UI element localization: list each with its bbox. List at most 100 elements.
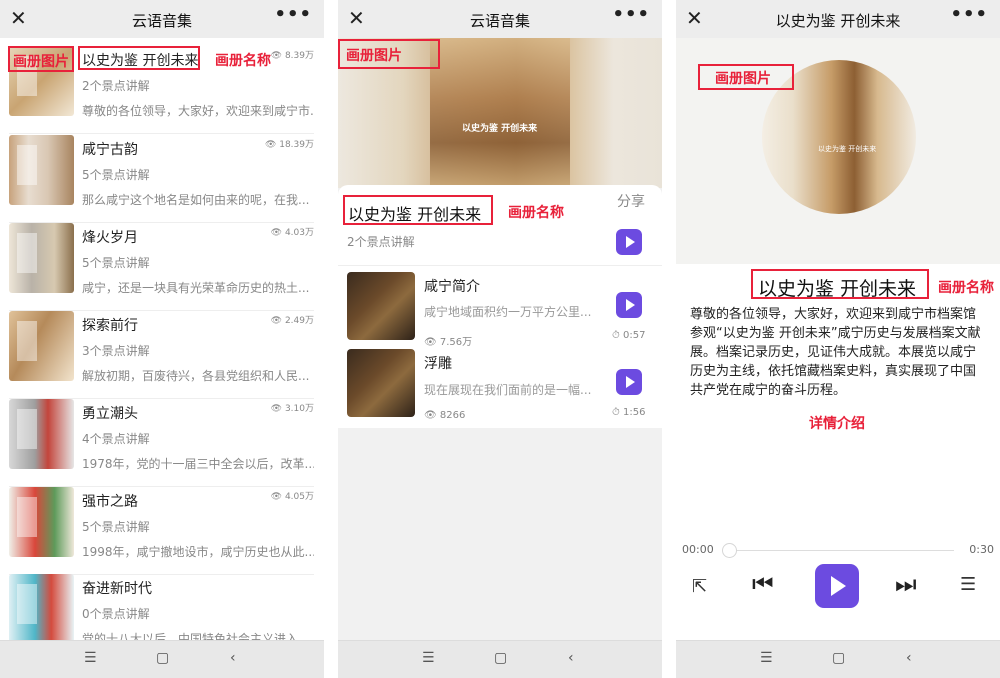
album-thumbnail-art — [9, 135, 74, 205]
album-spot-count: 5个景点讲解 — [82, 256, 150, 270]
album-spot-count: 5个景点讲解 — [82, 520, 150, 534]
play-all-button[interactable] — [616, 229, 642, 255]
more-icon[interactable]: ••• — [612, 4, 650, 25]
play-button[interactable] — [815, 564, 859, 608]
share-button[interactable]: 分享 — [617, 191, 645, 211]
album-list-item[interactable]: 强市之路 5个景点讲解 1998年，咸宁撤地设市，咸宁历史也从此... 👁 4.05万 — [0, 487, 324, 575]
album-list-screen: ✕ 云语音集 ••• 以史为鉴 开创未来 2个景点讲解 尊敬的各位领导，大家好，欢迎… — [0, 0, 324, 678]
album-desc: 1998年，咸宁撤地设市，咸宁历史也从此... — [82, 545, 314, 559]
system-nav-bar: ☰ ▢ ‹ — [338, 640, 662, 678]
album-spot-count: 0个景点讲解 — [82, 607, 150, 621]
track-play-button[interactable] — [616, 369, 642, 395]
thumbnail-detail — [17, 233, 37, 273]
album-desc: 那么咸宁这个地名是如何由来的呢，在我... — [82, 193, 310, 207]
spot-count: 2个景点讲解 — [347, 235, 415, 249]
annotation-album-name: 画册名称 — [938, 280, 994, 296]
app-title: 云语音集 — [469, 12, 530, 30]
menu-icon[interactable]: ☰ — [84, 650, 97, 666]
album-desc: 咸宁，还是一块具有光荣革命历史的热土... — [82, 281, 310, 295]
top-bar: ✕ 云语音集 ••• — [338, 0, 662, 38]
progress-knob[interactable] — [722, 543, 737, 558]
album-list-item[interactable]: 咸宁古韵 5个景点讲解 那么咸宁这个地名是如何由来的呢，在我... 👁 18.39万 — [0, 135, 324, 223]
album-name: 强市之路 — [82, 494, 138, 510]
annotation-album-image: 画册图片 — [346, 48, 402, 64]
eye-icon: 👁 — [270, 51, 285, 61]
track-thumbnail — [347, 272, 415, 340]
track-duration-value: 0:57 — [622, 330, 646, 341]
track-play-button[interactable] — [616, 292, 642, 318]
track-views: 👁 7.56万 — [424, 337, 473, 348]
progress-bar[interactable] — [728, 550, 954, 551]
album-thumbnail — [9, 399, 74, 469]
album-list-item[interactable]: 探索前行 3个景点讲解 解放初期，百废待兴，各县党组织和人民... 👁 2.49万 — [0, 311, 324, 399]
album-thumbnail-art — [9, 399, 74, 469]
track-views-value: 7.56万 — [439, 337, 473, 348]
thumbnail-detail — [17, 145, 37, 185]
back-icon[interactable]: ‹ — [230, 650, 236, 666]
album-list-item[interactable]: 烽火岁月 5个景点讲解 咸宁，还是一块具有光荣革命历史的热土... 👁 4.03万 — [0, 223, 324, 311]
album-views-value: 4.05万 — [284, 492, 314, 502]
eye-icon: 👁 — [270, 492, 285, 502]
album-views-value: 4.03万 — [284, 228, 314, 238]
menu-icon[interactable]: ☰ — [760, 650, 773, 666]
track-thumbnail — [347, 349, 415, 417]
album-views: 👁 2.49万 — [271, 313, 314, 326]
annotation-album-name: 画册名称 — [508, 205, 564, 221]
track-name: 浮雕 — [424, 356, 452, 372]
disc-caption: 以史为鉴 开创未来 — [818, 145, 877, 153]
next-icon[interactable]: ⏭ — [895, 570, 917, 598]
album-title: 以史为鉴 开创未来 — [758, 278, 917, 300]
more-icon[interactable]: ••• — [950, 4, 988, 25]
back-icon[interactable]: ‹ — [568, 650, 574, 666]
back-icon[interactable]: ‹ — [906, 650, 912, 666]
album-spot-count: 3个景点讲解 — [82, 344, 150, 358]
more-icon[interactable]: ••• — [274, 4, 312, 25]
album-views: 👁 4.05万 — [271, 489, 314, 502]
album-description: 尊敬的各位领导，大家好，欢迎来到咸宁市档案馆参观“以史为鉴 开创未来”咸宁历史与… — [690, 307, 981, 398]
album-views: 👁 18.39万 — [265, 137, 314, 150]
album-thumbnail-art — [9, 487, 74, 557]
thumbnail-detail — [17, 584, 37, 624]
playlist-icon[interactable]: ☰ — [960, 574, 976, 595]
previous-icon[interactable]: ⏮ — [752, 570, 774, 598]
share-out-icon[interactable]: ⇱ — [692, 576, 707, 597]
thumbnail-detail — [17, 409, 37, 449]
album-desc: 1978年，党的十一届三中全会以后，改革... — [82, 457, 314, 471]
time-total: 0:30 — [969, 543, 994, 556]
track-desc: 咸宁地域面积约一万平方公里... — [424, 305, 592, 319]
album-thumbnail — [9, 223, 74, 293]
thumbnail-detail — [17, 321, 37, 361]
album-spot-count: 4个景点讲解 — [82, 432, 150, 446]
eye-icon: 👁 — [270, 404, 285, 414]
album-thumbnail-art — [9, 574, 74, 644]
album-thumbnail — [9, 311, 74, 381]
home-icon[interactable]: ▢ — [494, 650, 507, 666]
system-nav-bar: ☰ ▢ ‹ — [676, 640, 1000, 678]
album-views: 👁 3.10万 — [271, 401, 314, 414]
track-desc: 现在展现在我们面前的是一幅... — [424, 383, 592, 397]
track-views-value: 8266 — [439, 410, 466, 421]
eye-icon: 👁 — [270, 316, 285, 326]
album-views-value: 8.39万 — [284, 51, 314, 61]
album-thumbnail — [9, 135, 74, 205]
close-icon[interactable]: ✕ — [348, 7, 365, 29]
album-list-item[interactable]: 勇立潮头 4个景点讲解 1978年，党的十一届三中全会以后，改革... 👁 3.10万 — [0, 399, 324, 487]
album-thumbnail — [9, 574, 74, 644]
menu-icon[interactable]: ☰ — [422, 650, 435, 666]
album-detail-screen: ✕ 云语音集 ••• 以史为鉴 开创未来 画册图片 以史为鉴 开创未来 画册名称… — [338, 0, 662, 678]
home-icon[interactable]: ▢ — [156, 650, 169, 666]
album-info-sheet: 以史为鉴 开创未来 画册名称 分享 2个景点讲解 咸宁简介 咸宁地域面积约一万平… — [338, 185, 662, 428]
close-icon[interactable]: ✕ — [10, 7, 27, 29]
banner-art — [430, 38, 570, 188]
album-views-value: 2.49万 — [284, 316, 314, 326]
album-views-value: 18.39万 — [279, 140, 314, 150]
eye-icon: 👁 — [270, 228, 285, 238]
track-views: 👁 8266 — [424, 410, 466, 421]
album-thumbnail — [9, 487, 74, 557]
track-duration: ⏱ 1:56 — [612, 407, 646, 418]
home-icon[interactable]: ▢ — [832, 650, 845, 666]
album-desc: 尊敬的各位领导，大家好，欢迎来到咸宁市... — [82, 104, 314, 118]
banner-caption: 以史为鉴 开创未来 — [462, 124, 538, 134]
eye-icon: 👁 — [264, 140, 280, 150]
close-icon[interactable]: ✕ — [686, 7, 703, 29]
